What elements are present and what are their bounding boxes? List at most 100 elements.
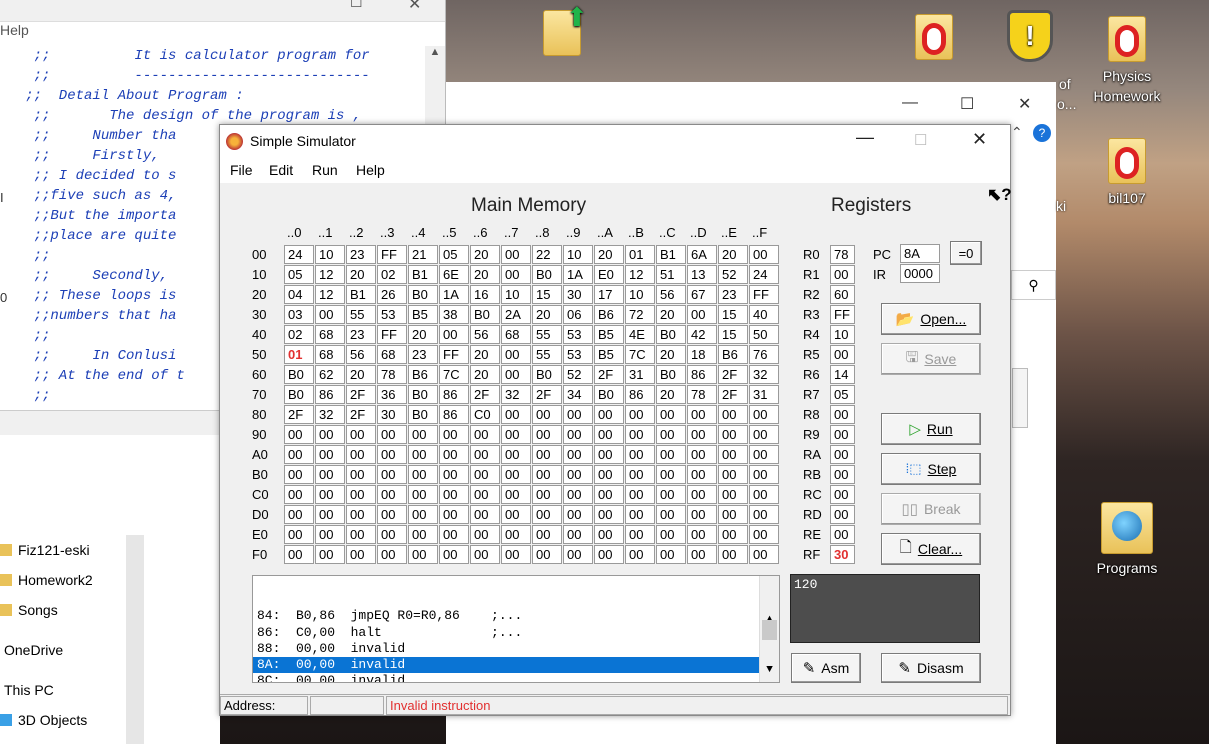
- memory-cell[interactable]: 00: [501, 425, 531, 444]
- memory-cell[interactable]: 00: [284, 545, 314, 564]
- memory-cell[interactable]: 68: [377, 345, 407, 364]
- step-button[interactable]: ⁞⬚ Step: [881, 453, 981, 485]
- memory-cell[interactable]: 00: [687, 545, 717, 564]
- memory-cell[interactable]: 00: [718, 525, 748, 544]
- register-value[interactable]: 00: [830, 425, 855, 444]
- zero-button[interactable]: =0: [950, 241, 982, 265]
- memory-cell[interactable]: 05: [284, 265, 314, 284]
- memory-cell[interactable]: 00: [532, 425, 562, 444]
- memory-cell[interactable]: 00: [625, 445, 655, 464]
- memory-cell[interactable]: 00: [377, 505, 407, 524]
- memory-cell[interactable]: 00: [625, 505, 655, 524]
- memory-cell[interactable]: 00: [439, 325, 469, 344]
- memory-cell[interactable]: 10: [563, 245, 593, 264]
- memory-cell[interactable]: 78: [687, 385, 717, 404]
- memory-cell[interactable]: 00: [470, 525, 500, 544]
- nav-item[interactable]: Songs: [0, 599, 58, 621]
- memory-cell[interactable]: 00: [315, 305, 345, 324]
- memory-cell[interactable]: 00: [563, 425, 593, 444]
- memory-cell[interactable]: 00: [625, 405, 655, 424]
- memory-cell[interactable]: 04: [284, 285, 314, 304]
- memory-cell[interactable]: 12: [315, 285, 345, 304]
- register-value[interactable]: 30: [830, 545, 855, 564]
- memory-cell[interactable]: 12: [315, 265, 345, 284]
- nav-item[interactable]: Fiz121-eski: [0, 539, 90, 561]
- memory-cell[interactable]: 00: [656, 405, 686, 424]
- memory-cell[interactable]: B1: [408, 265, 438, 284]
- memory-cell[interactable]: 00: [284, 525, 314, 544]
- memory-cell[interactable]: 20: [470, 345, 500, 364]
- memory-cell[interactable]: 00: [687, 485, 717, 504]
- memory-cell[interactable]: 00: [718, 545, 748, 564]
- memory-cell[interactable]: 20: [470, 265, 500, 284]
- memory-cell[interactable]: 00: [687, 305, 717, 324]
- register-value[interactable]: 05: [830, 385, 855, 404]
- memory-cell[interactable]: 00: [656, 525, 686, 544]
- memory-cell[interactable]: 06: [563, 305, 593, 324]
- memory-cell[interactable]: 6E: [439, 265, 469, 284]
- memory-cell[interactable]: 36: [377, 385, 407, 404]
- memory-cell[interactable]: E0: [594, 265, 624, 284]
- memory-cell[interactable]: 40: [749, 305, 779, 324]
- memory-cell[interactable]: 2F: [346, 405, 376, 424]
- memory-cell[interactable]: 00: [501, 545, 531, 564]
- memory-cell[interactable]: 00: [749, 545, 779, 564]
- memory-cell[interactable]: 00: [594, 445, 624, 464]
- memory-cell[interactable]: 86: [687, 365, 717, 384]
- explorer-scrollbar[interactable]: [126, 535, 144, 744]
- memory-cell[interactable]: B0: [408, 285, 438, 304]
- disassembly-row[interactable]: 8C: 00,00 invalid: [253, 673, 779, 682]
- disassembly-list[interactable]: 84: B0,86 jmpEQ R0=R0,86 ;... 86: C0,00 h…: [252, 575, 780, 683]
- memory-cell[interactable]: 53: [563, 345, 593, 364]
- memory-cell[interactable]: B0: [408, 385, 438, 404]
- memory-cell[interactable]: 1A: [439, 285, 469, 304]
- memory-cell[interactable]: B6: [408, 365, 438, 384]
- memory-cell[interactable]: 23: [718, 285, 748, 304]
- memory-cell[interactable]: 20: [346, 265, 376, 284]
- memory-cell[interactable]: 32: [501, 385, 531, 404]
- memory-cell[interactable]: 00: [594, 425, 624, 444]
- memory-cell[interactable]: 00: [408, 485, 438, 504]
- ir-value[interactable]: 0000: [900, 264, 940, 283]
- memory-cell[interactable]: B6: [594, 305, 624, 324]
- register-value[interactable]: 00: [830, 265, 855, 284]
- memory-cell[interactable]: 00: [315, 505, 345, 524]
- memory-cell[interactable]: 20: [408, 325, 438, 344]
- memory-cell[interactable]: 00: [470, 465, 500, 484]
- memory-cell[interactable]: 00: [625, 485, 655, 504]
- memory-cell[interactable]: 00: [532, 405, 562, 424]
- register-value[interactable]: 00: [830, 345, 855, 364]
- pc-value[interactable]: 8A: [900, 244, 940, 263]
- register-value[interactable]: 14: [830, 365, 855, 384]
- memory-cell[interactable]: 52: [718, 265, 748, 284]
- memory-cell[interactable]: 13: [687, 265, 717, 284]
- scroll-down-icon[interactable]: ▼: [760, 662, 779, 678]
- memory-cell[interactable]: 00: [594, 545, 624, 564]
- memory-cell[interactable]: 00: [315, 545, 345, 564]
- desktop-icon-bil107[interactable]: bil107: [1082, 138, 1172, 208]
- memory-cell[interactable]: 00: [594, 505, 624, 524]
- memory-cell[interactable]: 12: [625, 265, 655, 284]
- memory-cell[interactable]: 17: [594, 285, 624, 304]
- memory-cell[interactable]: 00: [594, 525, 624, 544]
- memory-cell[interactable]: 00: [532, 465, 562, 484]
- memory-cell[interactable]: 00: [439, 445, 469, 464]
- memory-cell[interactable]: 00: [408, 505, 438, 524]
- memory-cell[interactable]: 20: [346, 365, 376, 384]
- memory-cell[interactable]: B0: [656, 365, 686, 384]
- desktop-icon-pdf[interactable]: [889, 14, 979, 64]
- memory-cell[interactable]: 18: [687, 345, 717, 364]
- desktop-icon-shortcut[interactable]: ⬆: [517, 4, 607, 60]
- memory-cell[interactable]: B0: [594, 385, 624, 404]
- memory-cell[interactable]: 00: [749, 505, 779, 524]
- memory-cell[interactable]: 20: [656, 305, 686, 324]
- memory-cell[interactable]: 00: [408, 545, 438, 564]
- memory-cell[interactable]: 10: [501, 285, 531, 304]
- maximize-icon[interactable]: ☐: [960, 94, 974, 114]
- memory-cell[interactable]: 00: [346, 465, 376, 484]
- memory-cell[interactable]: 00: [718, 425, 748, 444]
- memory-cell[interactable]: 00: [656, 485, 686, 504]
- help-pointer-icon[interactable]: ⬉?: [987, 185, 1012, 205]
- memory-cell[interactable]: 20: [470, 245, 500, 264]
- memory-cell[interactable]: 15: [718, 305, 748, 324]
